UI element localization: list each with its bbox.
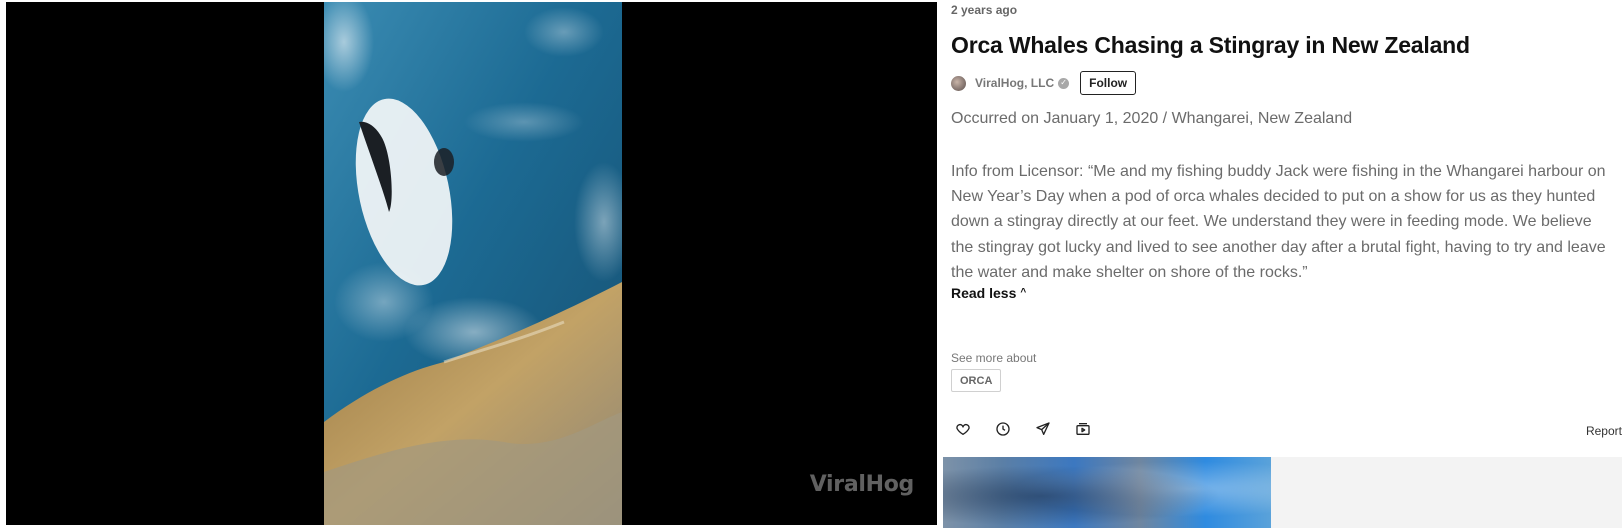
read-less-label: Read less: [951, 285, 1017, 301]
channel-avatar[interactable]: [951, 75, 966, 91]
related-videos-strip: [943, 457, 1622, 528]
verified-check-icon: ✓: [1058, 77, 1070, 89]
tag-orca[interactable]: ORCA: [951, 369, 1002, 392]
playlist-icon[interactable]: [1073, 419, 1093, 439]
channel-row: ViralHog, LLC ✓ Follow: [951, 70, 1137, 96]
video-title: Orca Whales Chasing a Stingray in New Ze…: [951, 32, 1470, 58]
report-link[interactable]: Report: [1586, 424, 1622, 438]
heart-icon[interactable]: [953, 419, 973, 439]
occurred-info: Occurred on January 1, 2020 / Whangarei,…: [951, 110, 1353, 127]
clock-icon[interactable]: [993, 419, 1013, 439]
channel-name[interactable]: ViralHog, LLC: [975, 76, 1054, 90]
video-frame: [324, 2, 622, 525]
viralhog-watermark: ViralHog: [809, 472, 915, 497]
video-still-orca: [324, 2, 622, 525]
video-description: Info from Licensor: “Me and my fishing b…: [951, 163, 1606, 281]
video-player[interactable]: ViralHog: [6, 2, 937, 525]
see-more-about-label: See more about: [951, 351, 1037, 365]
action-bar: [953, 419, 1093, 439]
follow-button[interactable]: Follow: [1080, 71, 1137, 95]
send-icon[interactable]: [1033, 419, 1053, 439]
read-less-toggle[interactable]: Read less ^: [951, 285, 1026, 301]
related-video-thumbnail[interactable]: [943, 457, 1271, 528]
chevron-up-icon: ^: [1020, 286, 1027, 298]
upload-timestamp: 2 years ago: [951, 3, 1018, 17]
video-info-panel: 2 years ago Orca Whales Chasing a Stingr…: [951, 0, 1622, 528]
